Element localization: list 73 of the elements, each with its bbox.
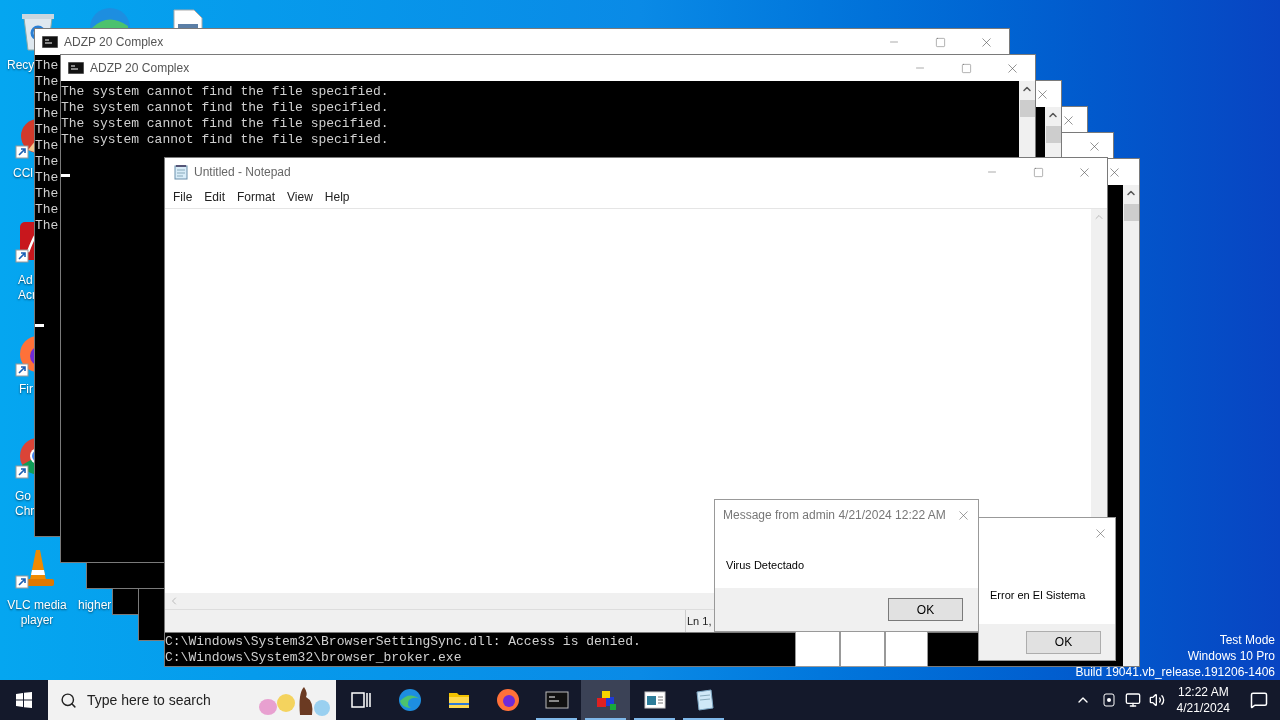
icon-label[interactable]: VLC media [7,598,67,613]
system-info-text: Windows 10 Pro [1187,648,1275,664]
dialog-message: Error en El Sistema [990,589,1086,601]
icon-label[interactable]: player [20,613,54,628]
console-line: The [35,202,59,218]
maximize-icon [960,62,972,74]
console-line: The [35,218,59,234]
console-line: The [35,138,59,154]
console-line: The [35,186,59,202]
maximize-icon [1032,166,1044,178]
console-line: C:\Windows\System32\BrowserSettingSync.dll: Access is denied. [165,634,641,650]
taskbar-button[interactable] [581,680,630,720]
notifications-icon[interactable] [1250,691,1268,709]
clock-time: 12:22 AM [1177,684,1229,700]
running-indicator [634,718,675,720]
scroll-thumb[interactable] [1045,126,1061,143]
notepad-icon [173,164,189,180]
maximize-icon [934,36,946,48]
system-info-text: Test Mode [1219,632,1275,648]
menu-item[interactable]: Edit [198,188,232,206]
system-info-text: Build 19041.vb_release.191206-1406 [1075,664,1275,680]
console-line: The [35,58,59,74]
console-line: The [35,106,59,122]
console-line: The [35,170,59,186]
tray-status-icon[interactable] [1100,692,1117,708]
icon-label[interactable]: Recy [7,58,35,73]
menu-item[interactable]: Format [231,188,282,206]
window-title: ADZP 20 Complex [64,34,164,51]
scroll-thumb[interactable] [1123,204,1139,221]
icon-label[interactable]: Chr [15,504,35,519]
icon-label[interactable]: Acr [18,288,36,303]
console-line: C:\Windows\System32\browser_broker.exe [165,650,462,666]
clock-date: 4/21/2024 [1176,700,1230,716]
menu-item[interactable]: Help [318,188,356,206]
window-title: ADZP 20 Complex [90,60,190,77]
icon-label[interactable]: Ad [18,273,33,288]
console-icon [42,36,58,48]
running-indicator [683,718,724,720]
console-line: The [35,74,59,90]
window-title: Untitled - Notepad [194,164,291,181]
running-indicator [585,718,626,720]
window-app-icon [642,688,667,712]
console-icon [544,688,569,712]
console-line: The [35,122,59,138]
network-icon[interactable] [1124,692,1141,708]
dialog-title: Message from admin 4/21/2024 12:22 AM [723,507,946,524]
running-indicator [536,718,577,720]
cursor-position: Ln 1, [687,613,712,629]
volume-icon[interactable] [1148,692,1165,708]
icon-label[interactable]: Fir [19,382,33,397]
windows-logo-icon [16,692,32,708]
icon-label[interactable]: higher [78,598,112,613]
search-icon [60,692,77,709]
search-field[interactable]: Type here to search [48,680,336,720]
console-line: The system cannot find the file specified. [61,100,389,116]
console-line: The [35,90,59,106]
console-line: The system cannot find the file specified. [61,132,389,148]
console-line: The system cannot find the file specified. [61,116,389,132]
icon-label[interactable]: Go [15,489,31,504]
dialog-message: Virus Detectado [726,559,805,571]
console-line: The [35,154,59,170]
menu-item[interactable]: File [167,188,199,206]
menu-item[interactable]: View [281,188,319,206]
clock[interactable]: 12:22 AM 4/21/2024 [1176,684,1230,716]
ok-button[interactable]: OK [1026,630,1101,654]
icon-label[interactable]: CCl [13,166,33,181]
fox-browser-icon [495,688,520,712]
console-icon [68,62,84,74]
browser-icon [397,688,422,712]
ok-button[interactable]: OK [888,598,963,621]
scroll-thumb[interactable] [1019,100,1035,117]
scrollbar[interactable] [1123,185,1139,666]
console-line: The system cannot find the file specified. [61,84,389,100]
